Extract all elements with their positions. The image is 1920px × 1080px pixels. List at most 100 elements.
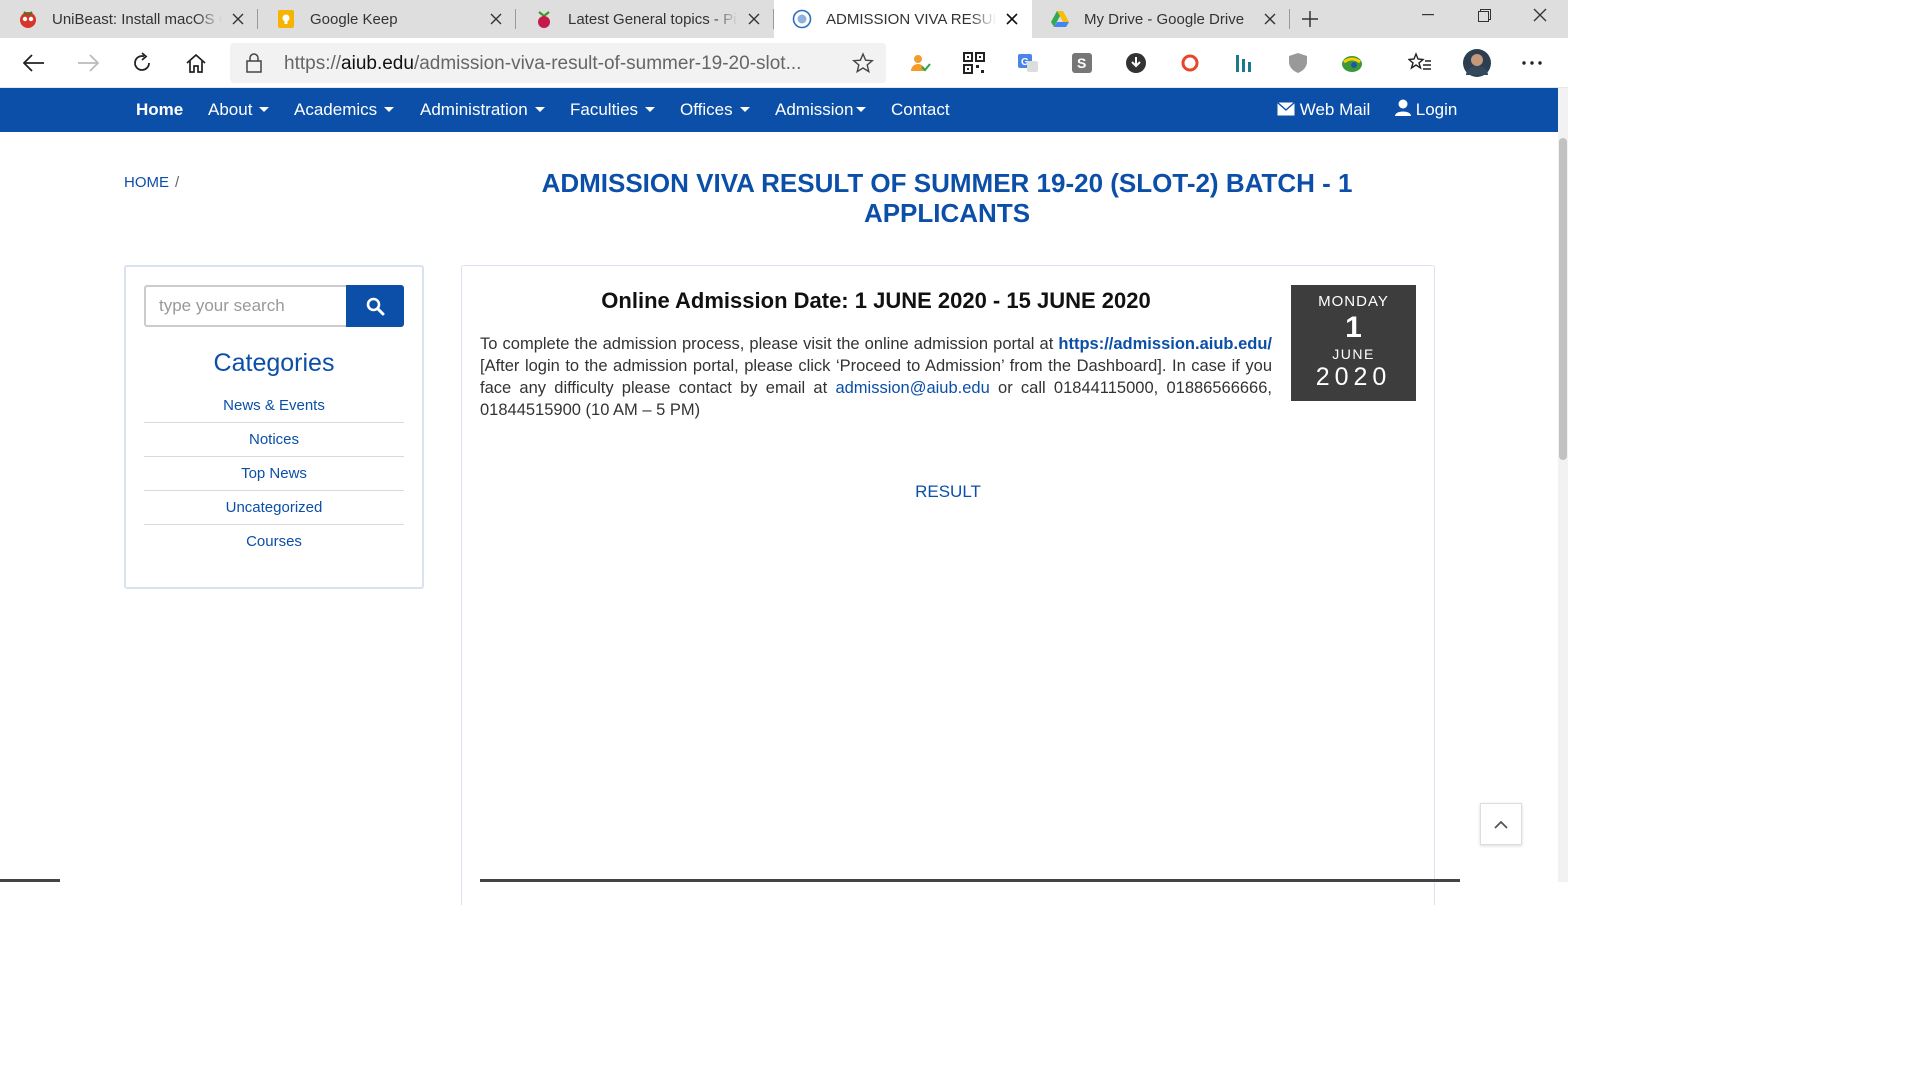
forward-button[interactable] — [72, 47, 104, 79]
favorites-list-icon[interactable] — [1408, 51, 1432, 75]
back-button[interactable] — [18, 47, 50, 79]
categories-list: News & Events Notices Top News Uncategor… — [144, 389, 404, 559]
tab-title: UniBeast: Install macOS Cat — [52, 10, 222, 28]
category-top-news[interactable]: Top News — [144, 457, 404, 491]
search-button[interactable] — [346, 285, 404, 327]
tab-title: Latest General topics - Pi-h — [568, 10, 738, 28]
keep-icon — [276, 9, 296, 29]
url-text: https://aiub.edu/admission-viva-result-o… — [284, 53, 802, 74]
s-extension-icon[interactable]: S — [1070, 51, 1094, 75]
close-tab-icon[interactable] — [228, 9, 248, 29]
home-button[interactable] — [180, 47, 212, 79]
nav-admission[interactable]: Admission — [775, 88, 867, 132]
raspberry-icon — [534, 9, 554, 29]
envelope-icon — [1277, 101, 1295, 116]
close-tab-icon[interactable] — [486, 9, 506, 29]
caret-down-icon — [856, 107, 867, 113]
scrollbar-thumb[interactable] — [1559, 138, 1567, 460]
tonymac-icon — [18, 9, 38, 29]
scroll-to-top-button[interactable] — [1480, 803, 1522, 845]
category-notices[interactable]: Notices — [144, 423, 404, 457]
breadcrumb: HOME / — [124, 174, 179, 191]
caret-down-icon — [739, 107, 750, 113]
search-icon — [366, 297, 384, 315]
drive-icon — [1050, 9, 1070, 29]
search-input[interactable] — [144, 285, 348, 327]
nav-administration[interactable]: Administration — [420, 88, 545, 132]
translate-extension-icon[interactable]: G — [1016, 51, 1040, 75]
browser-tab[interactable]: UniBeast: Install macOS Cat — [0, 0, 258, 38]
close-tab-icon[interactable] — [744, 9, 764, 29]
bottom-edge — [0, 879, 60, 882]
browser-tab-active[interactable]: ADMISSION VIVA RESULT O — [774, 0, 1032, 38]
browser-toolbar: https://aiub.edu/admission-viva-result-o… — [0, 38, 1568, 88]
shield-extension-icon[interactable] — [1286, 51, 1310, 75]
minimize-button[interactable] — [1400, 0, 1456, 30]
post-content: Online Admission Date: 1 JUNE 2020 - 15 … — [461, 265, 1435, 905]
svg-text:S: S — [1077, 55, 1086, 71]
post-heading: Online Admission Date: 1 JUNE 2020 - 15 … — [601, 288, 1151, 313]
qr-code-extension-icon[interactable] — [962, 51, 986, 75]
category-uncategorized[interactable]: Uncategorized — [144, 491, 404, 525]
refresh-icon — [134, 52, 150, 71]
nav-faculties[interactable]: Faculties — [570, 88, 656, 132]
chevron-up-icon — [1494, 820, 1508, 829]
close-tab-icon[interactable] — [1002, 9, 1022, 29]
home-icon — [186, 53, 206, 73]
categories-title: Categories — [213, 349, 335, 377]
nav-about[interactable]: About — [208, 88, 270, 132]
date-day: 1 — [1345, 311, 1362, 344]
user-check-extension-icon[interactable] — [908, 51, 932, 75]
browser-tab[interactable]: Google Keep — [258, 0, 516, 38]
back-arrow-icon — [23, 54, 44, 72]
breadcrumb-home[interactable]: HOME — [124, 174, 169, 191]
caret-down-icon — [645, 107, 656, 113]
nav-contact[interactable]: Contact — [891, 88, 950, 132]
new-tab-button[interactable] — [1290, 0, 1330, 38]
browser-tab[interactable]: Latest General topics - Pi-h — [516, 0, 774, 38]
category-courses[interactable]: Courses — [144, 525, 404, 559]
aiub-icon — [792, 9, 812, 29]
date-year: 2020 — [1315, 363, 1392, 391]
nav-webmail[interactable]: Web Mail — [1277, 88, 1370, 132]
bottom-edge — [480, 879, 1460, 882]
admission-email-link[interactable]: admission@aiub.edu — [835, 379, 989, 397]
globe-extension-icon[interactable] — [1340, 51, 1364, 75]
breadcrumb-separator: / — [175, 174, 180, 191]
nav-login[interactable]: Login — [1395, 88, 1457, 132]
bars-extension-icon[interactable] — [1232, 51, 1256, 75]
caret-down-icon — [384, 107, 395, 113]
refresh-button[interactable] — [126, 47, 158, 79]
browser-tab[interactable]: My Drive - Google Drive — [1032, 0, 1290, 38]
date-weekday: MONDAY — [1318, 293, 1389, 310]
profile-avatar[interactable] — [1462, 48, 1492, 78]
category-news-events[interactable]: News & Events — [144, 389, 404, 423]
address-bar[interactable]: https://aiub.edu/admission-viva-result-o… — [230, 43, 886, 83]
lock-icon — [246, 53, 262, 78]
nav-home[interactable]: Home — [136, 88, 183, 132]
nav-offices[interactable]: Offices — [680, 88, 750, 132]
post-paragraph: To complete the admission process, pleas… — [480, 335, 1272, 419]
restore-button[interactable] — [1456, 0, 1512, 30]
browser-tab-bar: UniBeast: Install macOS Cat Google Keep … — [0, 0, 1568, 38]
nav-academics[interactable]: Academics — [294, 88, 395, 132]
user-icon — [1395, 99, 1411, 116]
plus-icon — [1302, 11, 1318, 27]
sidebar: Categories News & Events Notices Top New… — [124, 265, 424, 589]
result-link-text[interactable]: RESULT — [915, 482, 981, 501]
tab-title: Google Keep — [310, 10, 398, 28]
caret-down-icon — [259, 107, 270, 113]
result-link: RESULT — [462, 482, 1434, 502]
site-navigation: Home About Academics Administration Facu… — [0, 88, 1558, 132]
date-badge: MONDAY 1 JUNE 2020 — [1291, 285, 1416, 401]
caret-down-icon — [534, 107, 545, 113]
close-tab-icon[interactable] — [1260, 9, 1280, 29]
close-window-button[interactable] — [1512, 0, 1568, 30]
red-ring-extension-icon[interactable] — [1178, 51, 1202, 75]
admission-portal-link[interactable]: https://admission.aiub.edu/ — [1058, 335, 1272, 353]
more-menu-icon[interactable] — [1520, 51, 1544, 75]
tab-title: My Drive - Google Drive — [1084, 10, 1245, 28]
forward-arrow-icon — [78, 54, 99, 72]
favorite-star-icon[interactable] — [851, 52, 875, 79]
download-extension-icon[interactable] — [1124, 51, 1148, 75]
